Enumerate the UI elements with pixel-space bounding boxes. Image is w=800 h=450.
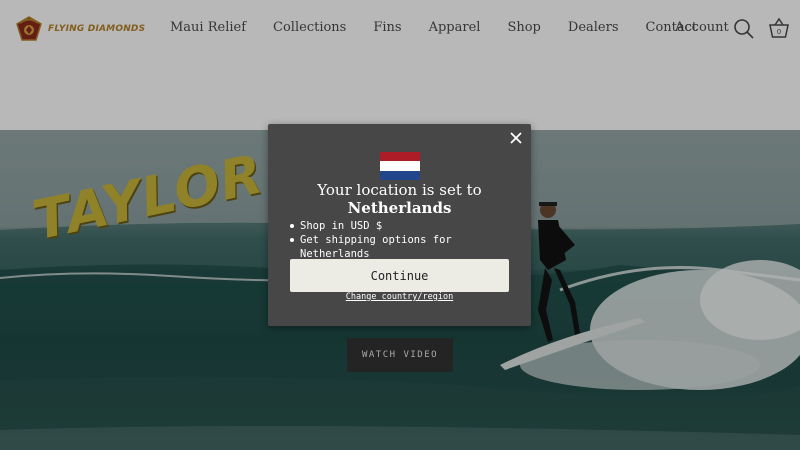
location-bullets: Shop in USD $ Get shipping options for N… <box>290 219 520 261</box>
list-item: Shop in USD $ <box>290 219 520 233</box>
close-icon[interactable] <box>509 131 523 145</box>
continue-button[interactable]: Continue <box>290 259 509 292</box>
change-country-link[interactable]: Change country/region <box>268 292 531 302</box>
modal-country: Netherlands <box>347 199 452 217</box>
flag-stripe-red <box>380 152 420 162</box>
location-modal: Your location is set to Netherlands Shop… <box>268 124 531 326</box>
flag-stripe-white <box>380 161 420 171</box>
netherlands-flag-icon <box>380 152 420 180</box>
list-item: Get shipping options for Netherlands <box>290 233 520 261</box>
modal-title: Your location is set to <box>317 181 482 199</box>
flag-stripe-blue <box>380 170 420 180</box>
